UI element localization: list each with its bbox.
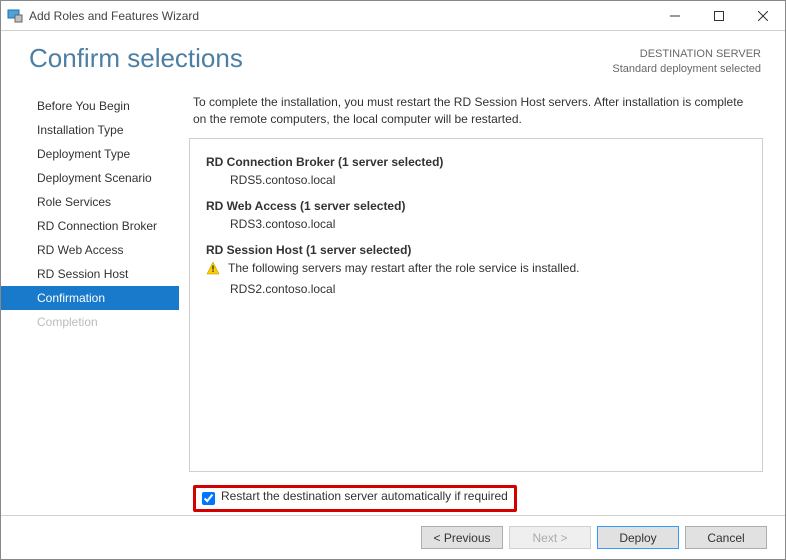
role-server-session-host: RDS2.contoso.local bbox=[230, 282, 746, 296]
warning-row: The following servers may restart after … bbox=[206, 261, 746, 278]
window-title: Add Roles and Features Wizard bbox=[29, 9, 653, 23]
sidebar-item-deployment-type[interactable]: Deployment Type bbox=[1, 142, 179, 166]
restart-checkbox-label: Restart the destination server automatic… bbox=[221, 489, 508, 508]
role-header-web-access: RD Web Access (1 server selected) bbox=[206, 199, 746, 213]
titlebar: Add Roles and Features Wizard bbox=[1, 1, 785, 31]
next-button: Next > bbox=[509, 526, 591, 549]
sidebar-item-completion: Completion bbox=[1, 310, 179, 334]
destination-server-label: DESTINATION SERVER bbox=[612, 47, 761, 62]
warning-icon bbox=[206, 261, 220, 278]
role-server-connection-broker: RDS5.contoso.local bbox=[230, 173, 746, 187]
cancel-button[interactable]: Cancel bbox=[685, 526, 767, 549]
sidebar-item-rd-connection-broker[interactable]: RD Connection Broker bbox=[1, 214, 179, 238]
sidebar-item-role-services[interactable]: Role Services bbox=[1, 190, 179, 214]
role-server-web-access: RDS3.contoso.local bbox=[230, 217, 746, 231]
sidebar-item-rd-web-access[interactable]: RD Web Access bbox=[1, 238, 179, 262]
minimize-button[interactable] bbox=[653, 1, 697, 31]
server-manager-icon bbox=[7, 8, 23, 24]
destination-server-block: DESTINATION SERVER Standard deployment s… bbox=[612, 47, 761, 78]
sidebar-item-confirmation[interactable]: Confirmation bbox=[1, 286, 179, 310]
intro-text: To complete the installation, you must r… bbox=[189, 90, 763, 138]
window-controls bbox=[653, 1, 785, 31]
sidebar-item-before-you-begin[interactable]: Before You Begin bbox=[1, 94, 179, 118]
sidebar-item-installation-type[interactable]: Installation Type bbox=[1, 118, 179, 142]
main-content: To complete the installation, you must r… bbox=[179, 90, 775, 515]
page-header: Confirm selections DESTINATION SERVER St… bbox=[1, 31, 785, 90]
wizard-body: Before You Begin Installation Type Deplo… bbox=[1, 90, 785, 515]
warning-text: The following servers may restart after … bbox=[228, 261, 579, 275]
restart-highlight: Restart the destination server automatic… bbox=[193, 485, 517, 512]
maximize-button[interactable] bbox=[697, 1, 741, 31]
destination-server-value: Standard deployment selected bbox=[612, 62, 761, 77]
wizard-steps-sidebar: Before You Begin Installation Type Deplo… bbox=[1, 90, 179, 515]
sidebar-item-deployment-scenario[interactable]: Deployment Scenario bbox=[1, 166, 179, 190]
selections-panel: RD Connection Broker (1 server selected)… bbox=[189, 138, 763, 472]
role-header-connection-broker: RD Connection Broker (1 server selected) bbox=[206, 155, 746, 169]
restart-checkbox[interactable] bbox=[202, 492, 215, 505]
previous-button[interactable]: < Previous bbox=[421, 526, 503, 549]
deploy-button[interactable]: Deploy bbox=[597, 526, 679, 549]
wizard-footer: < Previous Next > Deploy Cancel bbox=[1, 515, 785, 559]
restart-option-row: Restart the destination server automatic… bbox=[189, 482, 763, 515]
close-button[interactable] bbox=[741, 1, 785, 31]
sidebar-item-rd-session-host[interactable]: RD Session Host bbox=[1, 262, 179, 286]
role-header-session-host: RD Session Host (1 server selected) bbox=[206, 243, 746, 257]
page-title: Confirm selections bbox=[29, 43, 243, 74]
